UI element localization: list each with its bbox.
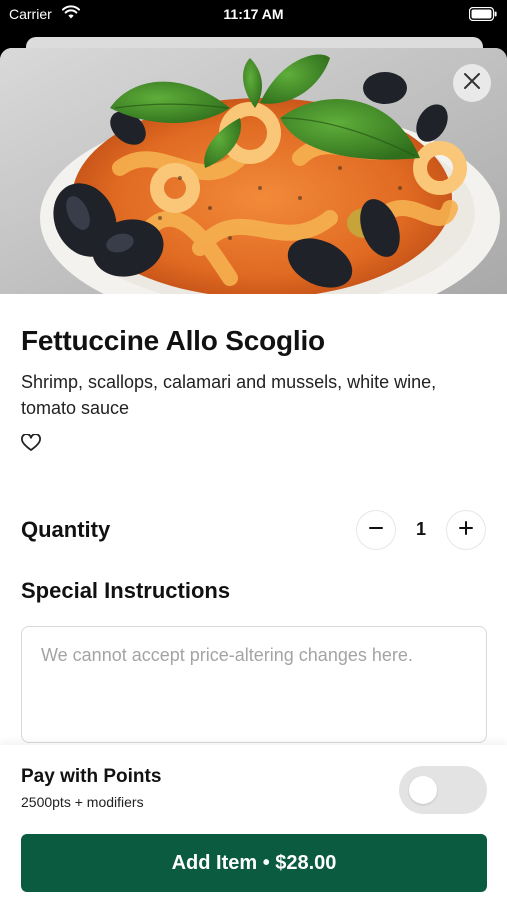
decrease-quantity-button[interactable] [356, 510, 396, 550]
plus-icon [459, 520, 473, 540]
battery-icon [468, 6, 497, 24]
increase-quantity-button[interactable] [446, 510, 486, 550]
special-instructions-input[interactable] [21, 626, 487, 743]
item-title: Fettuccine Allo Scoglio [21, 325, 325, 356]
add-item-button[interactable]: Add Item • $28.00 [21, 834, 487, 892]
quantity-label: Quantity [21, 517, 111, 542]
heart-icon[interactable] [21, 433, 41, 457]
close-button[interactable] [453, 64, 491, 102]
special-instructions-label: Special Instructions [21, 578, 231, 603]
minus-icon [369, 521, 383, 540]
pay-with-points-toggle[interactable] [399, 766, 487, 814]
item-description: Shrimp, scallops, calamari and mussels, … [21, 372, 437, 418]
status-time: 11:17 AM [223, 6, 284, 22]
item-detail-sheet: Fettuccine Allo Scoglio Shrimp, scallops… [0, 48, 507, 900]
toggle-knob [409, 776, 437, 804]
close-icon [463, 72, 481, 95]
status-bar: Carrier 11:17 AM [0, 0, 507, 30]
pay-with-points-label: Pay with Points [21, 766, 162, 787]
checkout-panel: Pay with Points 2500pts + modifiers Add … [0, 745, 507, 900]
quantity-value: 1 [415, 519, 426, 539]
points-cost-label: 2500pts + modifiers [21, 794, 144, 810]
dish-photo [0, 48, 507, 328]
